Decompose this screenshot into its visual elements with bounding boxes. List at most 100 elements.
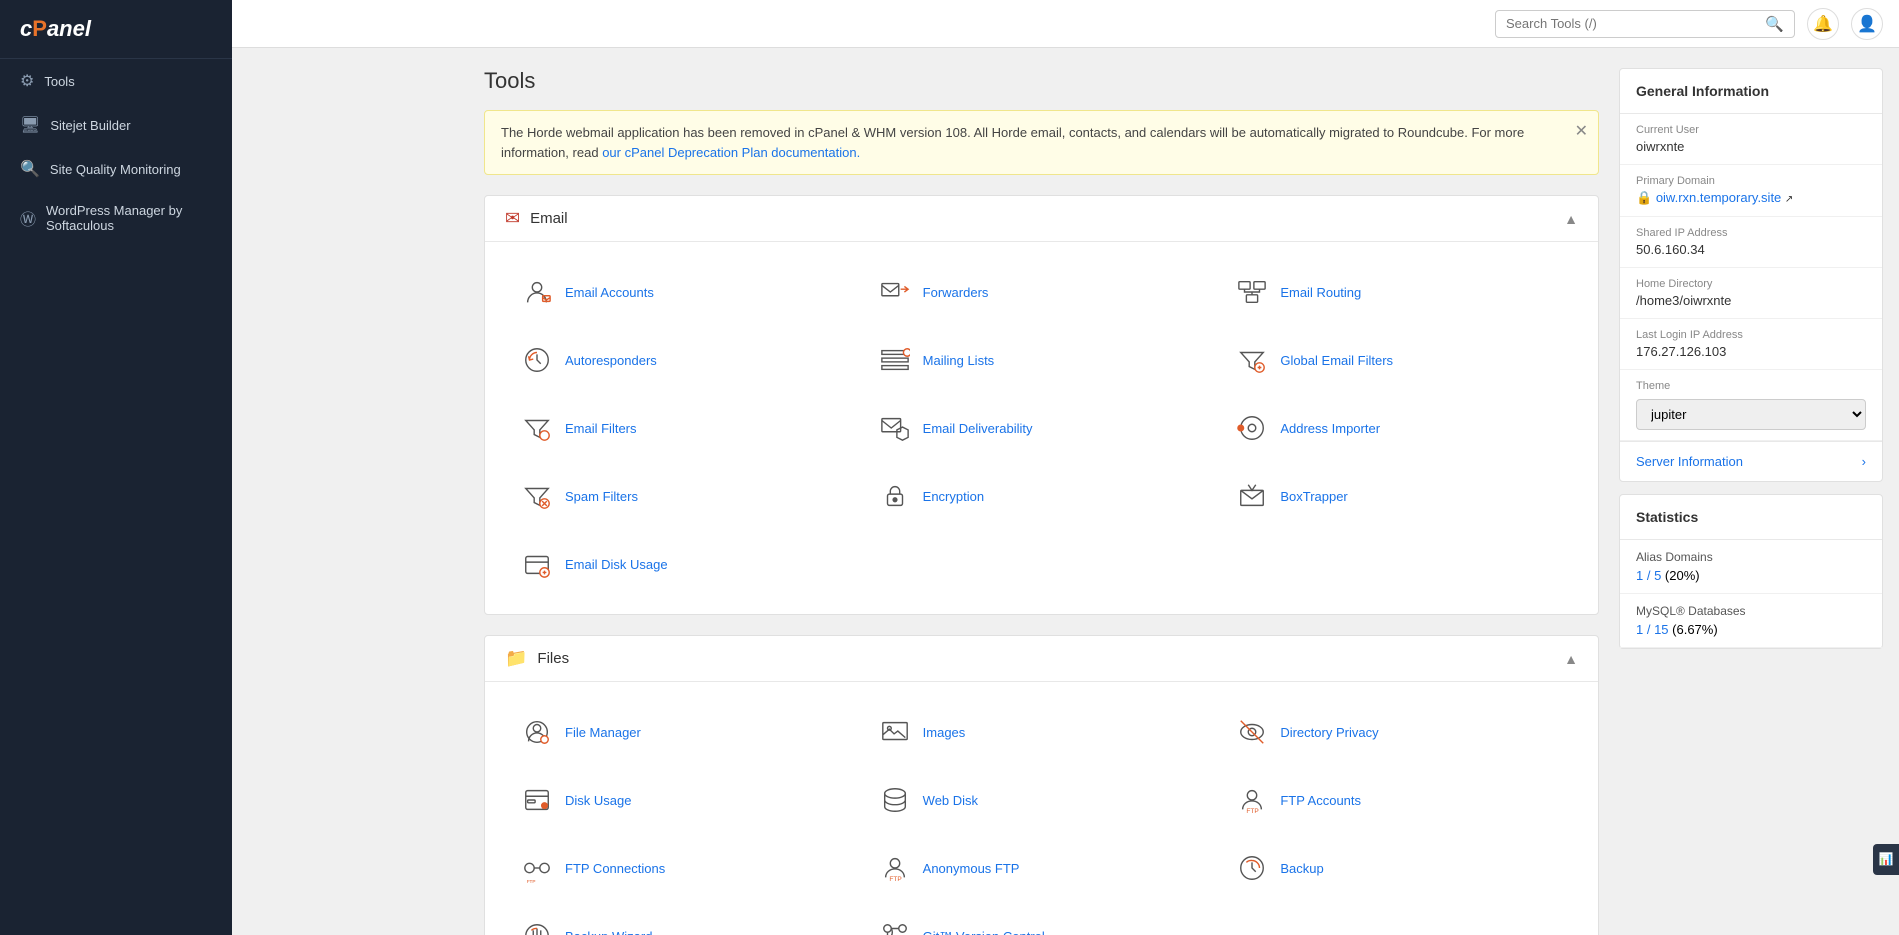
theme-select[interactable]: jupiter paper_lantern	[1636, 399, 1866, 430]
last-login-row: Last Login IP Address 176.27.126.103	[1620, 319, 1882, 370]
tool-ftp-accounts[interactable]: FTP FTP Accounts	[1220, 770, 1578, 830]
stat-mysql-highlight: 1 / 15	[1636, 622, 1669, 637]
server-info-link[interactable]: Server Information ›	[1620, 441, 1882, 481]
email-filters-label: Email Filters	[565, 421, 637, 436]
backup-label: Backup	[1280, 861, 1323, 876]
disk-usage-label: Disk Usage	[565, 793, 631, 808]
web-disk-icon	[877, 782, 913, 818]
notice-close-button[interactable]: ✕	[1575, 121, 1588, 141]
tool-email-deliverability[interactable]: Email Deliverability	[863, 398, 1221, 458]
home-dir-value: /home3/oiwrxnte	[1636, 293, 1866, 308]
sidebar-item-sitejet[interactable]: 🖥 Sitejet Builder	[0, 103, 232, 147]
web-disk-label: Web Disk	[923, 793, 978, 808]
tools-icon: ⚙	[20, 71, 34, 91]
files-section-body: File Manager Images Directory Privacy Di…	[485, 682, 1598, 935]
sqm-icon: 🔍	[20, 159, 40, 179]
email-deliverability-label: Email Deliverability	[923, 421, 1033, 436]
spam-filters-label: Spam Filters	[565, 489, 638, 504]
tool-spam-filters[interactable]: Spam Filters	[505, 466, 863, 526]
tool-ftp-connections[interactable]: FTP FTP Connections	[505, 838, 863, 898]
lock-icon: 🔒	[1636, 190, 1652, 205]
home-dir-label: Home Directory	[1636, 278, 1866, 290]
tool-forwarders[interactable]: Forwarders	[863, 262, 1221, 322]
email-section: ✉ Email ▲ Email Accounts Forwarders Emai…	[484, 195, 1599, 615]
directory-privacy-icon	[1234, 714, 1270, 750]
email-section-body: Email Accounts Forwarders Email Routing …	[485, 242, 1598, 614]
floating-tab[interactable]: 📊	[1873, 844, 1899, 875]
git-version-control-icon	[877, 918, 913, 935]
tool-email-disk-usage[interactable]: Email Disk Usage	[505, 534, 863, 594]
page-title: Tools	[484, 68, 1599, 94]
tool-email-accounts[interactable]: Email Accounts	[505, 262, 863, 322]
tool-autoresponders[interactable]: Autoresponders	[505, 330, 863, 390]
stat-alias-pct: (20%)	[1665, 568, 1700, 583]
backup-icon	[1234, 850, 1270, 886]
last-login-value: 176.27.126.103	[1636, 344, 1866, 359]
current-user-value: oiwrxnte	[1636, 139, 1866, 154]
mailing-lists-icon	[877, 342, 913, 378]
forwarders-icon	[877, 274, 913, 310]
general-info-card: General Information Current User oiwrxnt…	[1619, 68, 1883, 482]
tool-disk-usage[interactable]: Disk Usage	[505, 770, 863, 830]
anonymous-ftp-icon: FTP	[877, 850, 913, 886]
file-manager-icon	[519, 714, 555, 750]
ftp-accounts-icon: FTP	[1234, 782, 1270, 818]
tool-web-disk[interactable]: Web Disk	[863, 770, 1221, 830]
tool-email-routing[interactable]: Email Routing	[1220, 262, 1578, 322]
boxtrapper-icon	[1234, 478, 1270, 514]
tool-images[interactable]: Images	[863, 702, 1221, 762]
tool-backup-wizard[interactable]: Backup Wizard	[505, 906, 863, 935]
tool-git-version-control[interactable]: Git™ Version Control	[863, 906, 1221, 935]
stat-mysql-value: 1 / 15 (6.67%)	[1636, 622, 1866, 637]
sidebar-item-wpmanager[interactable]: Ⓦ WordPress Manager by Softaculous	[0, 191, 232, 245]
tool-global-email-filters[interactable]: Global Email Filters	[1220, 330, 1578, 390]
current-user-row: Current User oiwrxnte	[1620, 114, 1882, 165]
statistics-card: Statistics Alias Domains 1 / 5 (20%) MyS…	[1619, 494, 1883, 649]
stat-mysql-pct: (6.67%)	[1672, 622, 1718, 637]
user-icon[interactable]: 👤	[1851, 8, 1883, 40]
primary-domain-value: 🔒 oiw.rxn.temporary.site ↗	[1636, 190, 1866, 206]
email-section-header[interactable]: ✉ Email ▲	[485, 196, 1598, 242]
spam-filters-icon	[519, 478, 555, 514]
tool-directory-privacy[interactable]: Directory Privacy	[1220, 702, 1578, 762]
git-version-control-label: Git™ Version Control	[923, 929, 1045, 935]
sidebar-item-tools[interactable]: ⚙ Tools	[0, 59, 232, 103]
file-manager-label: File Manager	[565, 725, 641, 740]
tool-file-manager[interactable]: File Manager	[505, 702, 863, 762]
email-routing-label: Email Routing	[1280, 285, 1361, 300]
tool-mailing-lists[interactable]: Mailing Lists	[863, 330, 1221, 390]
primary-domain-link[interactable]: oiw.rxn.temporary.site	[1656, 190, 1781, 205]
svg-text:FTP: FTP	[1247, 808, 1260, 815]
address-importer-label: Address Importer	[1280, 421, 1380, 436]
tool-anonymous-ftp[interactable]: FTP Anonymous FTP	[863, 838, 1221, 898]
search-input[interactable]	[1506, 16, 1765, 31]
notice-link[interactable]: our cPanel Deprecation Plan documentatio…	[602, 145, 860, 160]
search-button[interactable]: 🔍	[1765, 15, 1784, 33]
files-section-toggle[interactable]: ▲	[1564, 651, 1578, 667]
ftp-connections-label: FTP Connections	[565, 861, 665, 876]
encryption-label: Encryption	[923, 489, 984, 504]
stat-mysql-label: MySQL® Databases	[1636, 604, 1866, 618]
home-dir-row: Home Directory /home3/oiwrxnte	[1620, 268, 1882, 319]
directory-privacy-label: Directory Privacy	[1280, 725, 1378, 740]
tool-backup[interactable]: Backup	[1220, 838, 1578, 898]
tool-email-filters[interactable]: Email Filters	[505, 398, 863, 458]
cpanel-logo[interactable]: cPanel	[0, 0, 232, 59]
files-section-header[interactable]: 📁 Files ▲	[485, 636, 1598, 682]
topbar: 🔍 🔔 👤	[232, 0, 1899, 48]
tool-boxtrapper[interactable]: BoxTrapper	[1220, 466, 1578, 526]
current-user-label: Current User	[1636, 124, 1866, 136]
sidebar-item-sqm[interactable]: 🔍 Site Quality Monitoring	[0, 147, 232, 191]
primary-domain-label: Primary Domain	[1636, 175, 1866, 187]
svg-text:FTP: FTP	[889, 876, 902, 883]
tool-encryption[interactable]: Encryption	[863, 466, 1221, 526]
notifications-icon[interactable]: 🔔	[1807, 8, 1839, 40]
tool-address-importer[interactable]: Address Importer	[1220, 398, 1578, 458]
email-disk-usage-icon	[519, 546, 555, 582]
email-section-label: Email	[530, 210, 568, 227]
search-box[interactable]: 🔍	[1495, 10, 1795, 38]
ftp-accounts-label: FTP Accounts	[1280, 793, 1361, 808]
theme-row: Theme jupiter paper_lantern	[1620, 370, 1882, 441]
email-section-toggle[interactable]: ▲	[1564, 211, 1578, 227]
stat-alias-label: Alias Domains	[1636, 550, 1866, 564]
